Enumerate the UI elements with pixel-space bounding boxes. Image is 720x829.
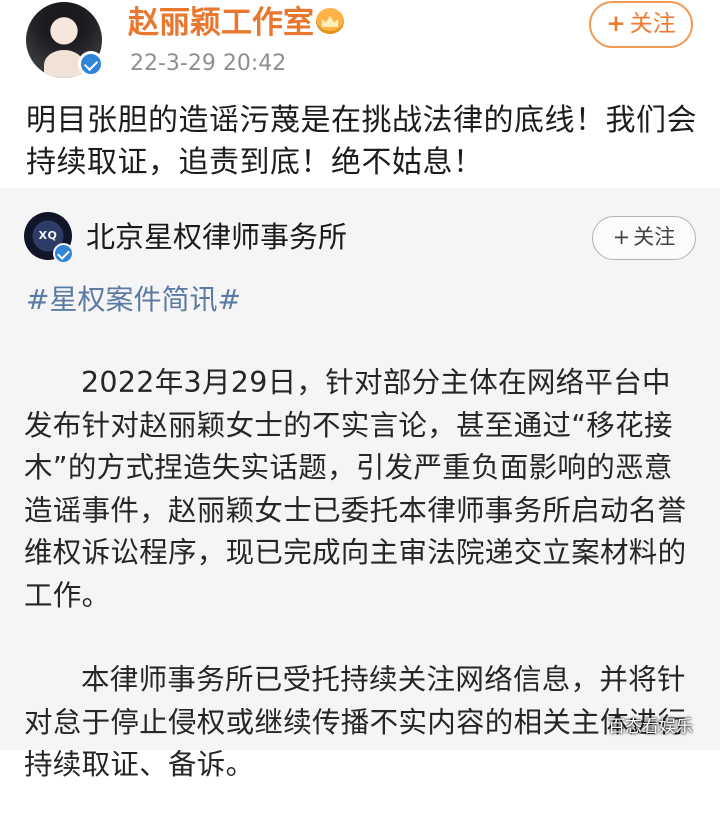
- follow-button-label: 关注: [629, 11, 676, 37]
- verified-badge-icon: [53, 243, 74, 264]
- quoted-paragraph: 2022年3月29日，针对部分主体在网络平台中发布针对赵丽颖女士的不实言论，甚至…: [24, 366, 687, 612]
- post-timestamp: 22-3-29 20:42: [130, 51, 287, 76]
- plus-icon: +: [606, 11, 626, 37]
- quoted-follow-button-label: 关注: [633, 225, 676, 249]
- quoted-paragraph: 本律师事务所已受托持续关注网络信息，并将针对怠于停止侵权或继续传播不实内容的相关…: [24, 663, 687, 781]
- quoted-post-body: 2022年3月29日，针对部分主体在网络平台中发布针对赵丽颖女士的不实言论，甚至…: [24, 362, 696, 829]
- verified-badge-icon: [78, 51, 104, 77]
- quoted-post[interactable]: XQ 北京星权律师事务所 + 关注 #星权案件简讯# 2022年3月29日，针对部…: [0, 188, 720, 781]
- follow-button[interactable]: + 关注: [589, 1, 693, 48]
- crown-icon: [316, 8, 344, 34]
- quoted-author-name[interactable]: 北京星权律师事务所: [86, 219, 347, 255]
- quoted-follow-button[interactable]: + 关注: [592, 216, 696, 260]
- author-name[interactable]: 赵丽颖工作室: [128, 4, 314, 42]
- post-text: 明目张胆的造谣污蔑是在挑战法律的底线！我们会持续取证，追责到底！绝不姑息！: [26, 103, 697, 180]
- post-header: 赵丽颖工作室 22-3-29 20:42 + 关注: [0, 0, 720, 90]
- topic-hashtag-link[interactable]: #星权案件简讯#: [26, 282, 241, 318]
- watermark: 百态看娱乐: [608, 717, 693, 737]
- plus-icon: +: [612, 225, 631, 249]
